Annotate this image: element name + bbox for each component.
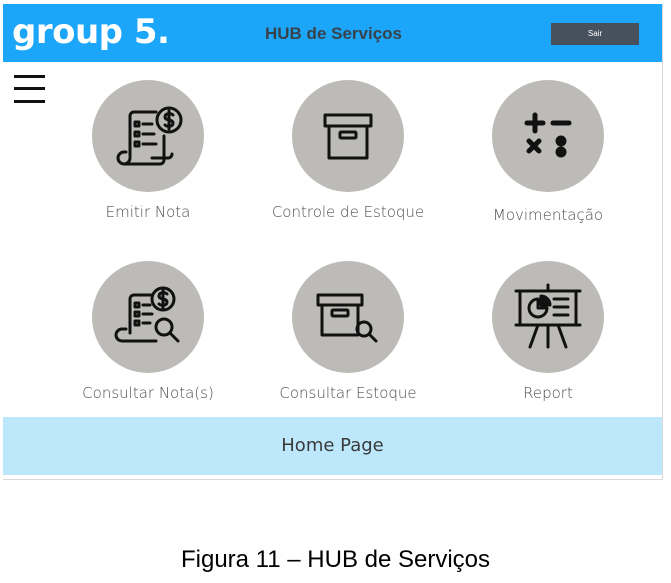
tile-circle xyxy=(492,261,604,373)
invoice-search-icon xyxy=(114,286,180,343)
footer-bar[interactable]: Home Page xyxy=(3,417,662,475)
tile-circle xyxy=(92,80,204,192)
tile-circle xyxy=(292,261,404,373)
tile-label: Report xyxy=(523,384,573,402)
tile-label: Movimentação xyxy=(492,206,604,224)
footer-label: Home Page xyxy=(281,435,384,456)
page-title: HUB de Serviços xyxy=(265,24,402,43)
tile-controle-estoque[interactable]: Controle de Estoque xyxy=(258,80,438,221)
app-window: group 5. HUB de Serviços Sair Emitir Not… xyxy=(3,4,663,480)
top-bar: group 5. HUB de Serviços Sair xyxy=(3,4,662,62)
archive-box-search-icon xyxy=(316,293,378,343)
tile-circle xyxy=(292,80,404,192)
tile-label: Consultar Nota(s) xyxy=(82,384,214,402)
presentation-chart-icon xyxy=(514,283,582,349)
math-operations-icon xyxy=(524,112,572,158)
logout-button[interactable]: Sair xyxy=(551,23,639,45)
tile-emitir-nota[interactable]: Emitir Nota xyxy=(58,80,238,221)
logo: group 5. xyxy=(12,12,170,52)
tile-movimentacao[interactable]: Movimentação xyxy=(458,80,638,224)
tile-circle xyxy=(92,261,204,373)
tile-label: Controle de Estoque xyxy=(271,203,425,221)
tile-report[interactable]: Report xyxy=(458,261,638,402)
tile-label: Consultar Estoque xyxy=(279,384,417,402)
invoice-dollar-icon xyxy=(116,106,183,166)
tile-circle xyxy=(492,80,604,192)
archive-box-icon xyxy=(323,113,373,160)
tile-consultar-notas[interactable]: Consultar Nota(s) xyxy=(58,261,238,402)
tile-label: Emitir Nota xyxy=(105,203,191,221)
hamburger-menu-icon[interactable] xyxy=(14,72,46,106)
tile-consultar-estoque[interactable]: Consultar Estoque xyxy=(258,261,438,402)
figure-caption: Figura 11 – HUB de Serviços xyxy=(180,546,491,573)
